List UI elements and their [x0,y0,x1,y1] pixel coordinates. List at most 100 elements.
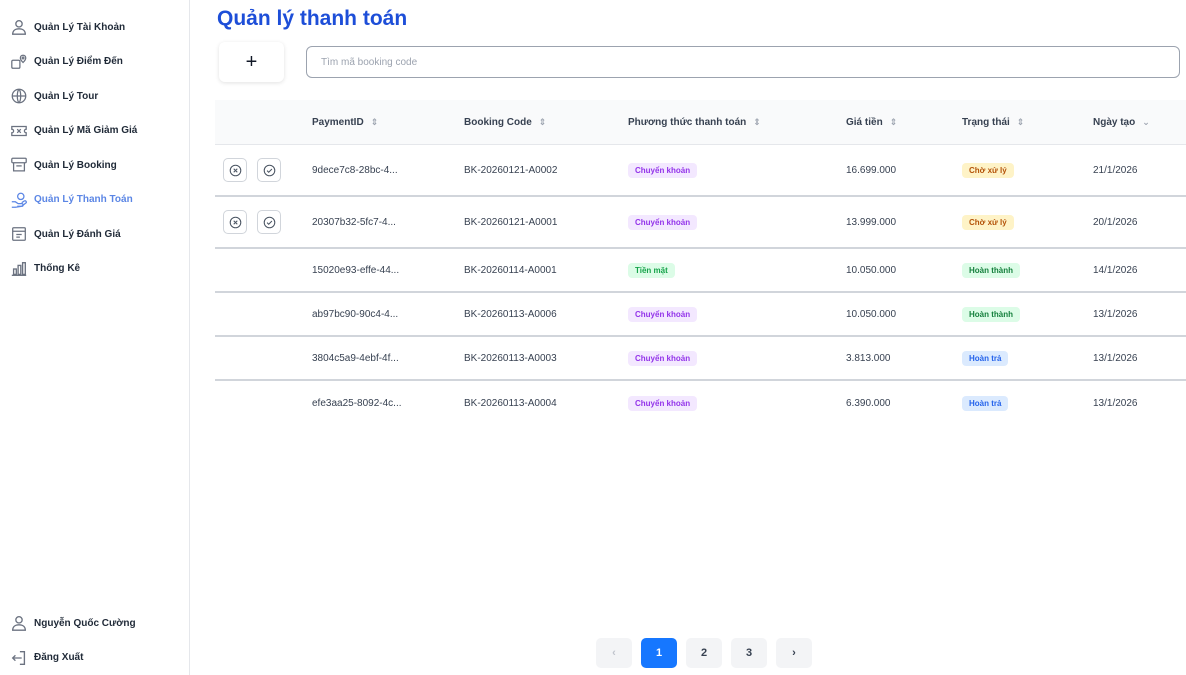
check-circle-icon [263,164,275,176]
payment-method-badge: Chuyển khoản [628,214,698,230]
payment-method-cell: Tiền mặt [628,262,846,278]
booking-code: BK-20260121-A0001 [464,216,558,228]
booking-code: BK-20260114-A0001 [464,264,557,276]
status-cell: Hoàn thành [962,262,1093,278]
pagination: ‹ 1 2 3 › [596,638,812,668]
price: 10.050.000 [846,264,897,276]
sidebar-item-bookings[interactable]: Quản Lý Booking [8,148,184,183]
user-name: Nguyễn Quốc Cường [34,617,136,629]
sort-icon[interactable]: ⇕ [371,117,379,127]
created-date: 13/1/2026 [1093,397,1138,409]
payment-id: ab97bc90-90c4-4... [312,308,399,320]
booking-code: BK-20260121-A0002 [464,164,558,176]
prev-page-button[interactable]: ‹ [596,638,632,668]
status-cell: Chờ xử lý [962,162,1093,178]
payment-method-badge: Chuyển khoản [628,306,698,322]
status-cell: Chờ xử lý [962,214,1093,230]
sidebar-nav: Quản Lý Tài Khoản Quản Lý Điểm Đến Quản … [8,10,184,286]
payment-method-badge: Chuyển khoản [628,395,698,411]
booking-code: BK-20260113-A0004 [464,397,557,409]
col-header-booking-code[interactable]: Booking Code ⇕ [464,117,628,128]
search-input[interactable] [306,46,1180,78]
payment-method-cell: Chuyển khoản [628,395,846,411]
payment-id: efe3aa25-8092-4c... [312,397,402,409]
price: 3.813.000 [846,352,891,364]
close-circle-icon [229,164,241,176]
sort-icon[interactable]: ⇕ [539,117,547,127]
status-cell: Hoàn trả [962,395,1093,411]
row-actions [215,158,312,182]
sort-icon[interactable]: ⇕ [753,117,761,127]
payment-id: 3804c5a9-4ebf-4f... [312,352,399,364]
col-header-label: Booking Code [464,116,532,128]
col-header-status[interactable]: Trạng thái ⇕ [962,117,1093,128]
status-badge: Hoàn trả [962,395,1009,411]
sidebar-item-label: Quản Lý Đánh Giá [34,228,121,240]
table-row[interactable]: 9dece7c8-28bc-4... BK-20260121-A0002 Chu… [215,145,1186,197]
sidebar-item-reviews[interactable]: Quản Lý Đánh Giá [8,217,184,252]
table-row[interactable]: efe3aa25-8092-4c... BK-20260113-A0004 Ch… [215,381,1186,425]
page-button-1[interactable]: 1 [641,638,677,668]
sidebar-item-payments[interactable]: Quản Lý Thanh Toán [8,183,184,218]
next-page-button[interactable]: › [776,638,812,668]
status-badge: Hoàn thành [962,306,1020,322]
table-row[interactable]: ab97bc90-90c4-4... BK-20260113-A0006 Chu… [215,293,1186,337]
col-header-label: PaymentID [312,116,364,128]
user-icon [8,612,30,634]
user-icon [8,16,30,38]
col-header-label: Trạng thái [962,116,1010,128]
table-row[interactable]: 3804c5a9-4ebf-4f... BK-20260113-A0003 Ch… [215,337,1186,381]
chart-icon [8,258,30,280]
booking-code: BK-20260113-A0003 [464,352,557,364]
created-date: 21/1/2026 [1093,164,1138,176]
sidebar-item-label: Thống Kê [34,263,81,275]
col-header-price[interactable]: Giá tiền ⇕ [846,117,962,128]
col-header-label: Giá tiền [846,116,883,128]
row-actions [215,210,312,234]
col-header-payment-method[interactable]: Phương thức thanh toán ⇕ [628,117,846,128]
sort-icon[interactable]: ⇕ [1017,117,1025,127]
approve-button[interactable] [257,210,281,234]
sidebar-item-statistics[interactable]: Thống Kê [8,252,184,287]
reject-button[interactable] [223,158,247,182]
close-circle-icon [229,216,241,228]
approve-button[interactable] [257,158,281,182]
sidebar-item-label: Quản Lý Mã Giảm Giá [34,125,138,137]
payment-method-cell: Chuyển khoản [628,162,846,178]
main-content: Quản lý thanh toán + PaymentID ⇕ Booking … [190,0,1186,675]
payment-icon [8,189,30,211]
table-row[interactable]: 15020e93-effe-44... BK-20260114-A0001 Ti… [215,249,1186,293]
payment-method-badge: Chuyển khoản [628,162,698,178]
col-header-created-date[interactable]: Ngày tạo ⌄ [1093,117,1186,128]
sidebar-item-vouchers[interactable]: Quản Lý Mã Giảm Giá [8,114,184,149]
payments-table: PaymentID ⇕ Booking Code ⇕ Phương thức tha… [215,100,1186,425]
logout-button[interactable]: Đăng Xuất [8,641,184,675]
review-icon [8,223,30,245]
col-header-label: Ngày tạo [1093,116,1136,128]
sidebar-item-tours[interactable]: Quản Lý Tour [8,79,184,114]
payment-method-cell: Chuyển khoản [628,350,846,366]
status-cell: Hoàn trả [962,350,1093,366]
table-row[interactable]: 20307b32-5fc7-4... BK-20260121-A0001 Chu… [215,197,1186,249]
sidebar-item-destinations[interactable]: Quản Lý Điểm Đến [8,45,184,80]
booking-code: BK-20260113-A0006 [464,308,557,320]
user-profile[interactable]: Nguyễn Quốc Cường [8,606,184,641]
sidebar-item-label: Quản Lý Booking [34,159,117,171]
chevron-down-icon[interactable]: ⌄ [1142,117,1150,127]
page-title: Quản lý thanh toán [217,7,408,30]
sort-icon[interactable]: ⇕ [890,117,898,127]
page-button-2[interactable]: 2 [686,638,722,668]
col-header-payment-id[interactable]: PaymentID ⇕ [312,117,464,128]
sidebar-item-label: Quản Lý Tour [34,90,99,102]
sidebar-item-label: Quản Lý Tài Khoản [34,21,126,33]
created-date: 20/1/2026 [1093,216,1138,228]
status-badge: Hoàn trả [962,350,1009,366]
price: 13.999.000 [846,216,897,228]
price: 6.390.000 [846,397,891,409]
reject-button[interactable] [223,210,247,234]
page-button-3[interactable]: 3 [731,638,767,668]
sidebar-item-accounts[interactable]: Quản Lý Tài Khoản [8,10,184,45]
add-payment-button[interactable]: + [219,42,284,82]
logout-icon [8,647,30,669]
logout-label: Đăng Xuất [34,652,84,664]
